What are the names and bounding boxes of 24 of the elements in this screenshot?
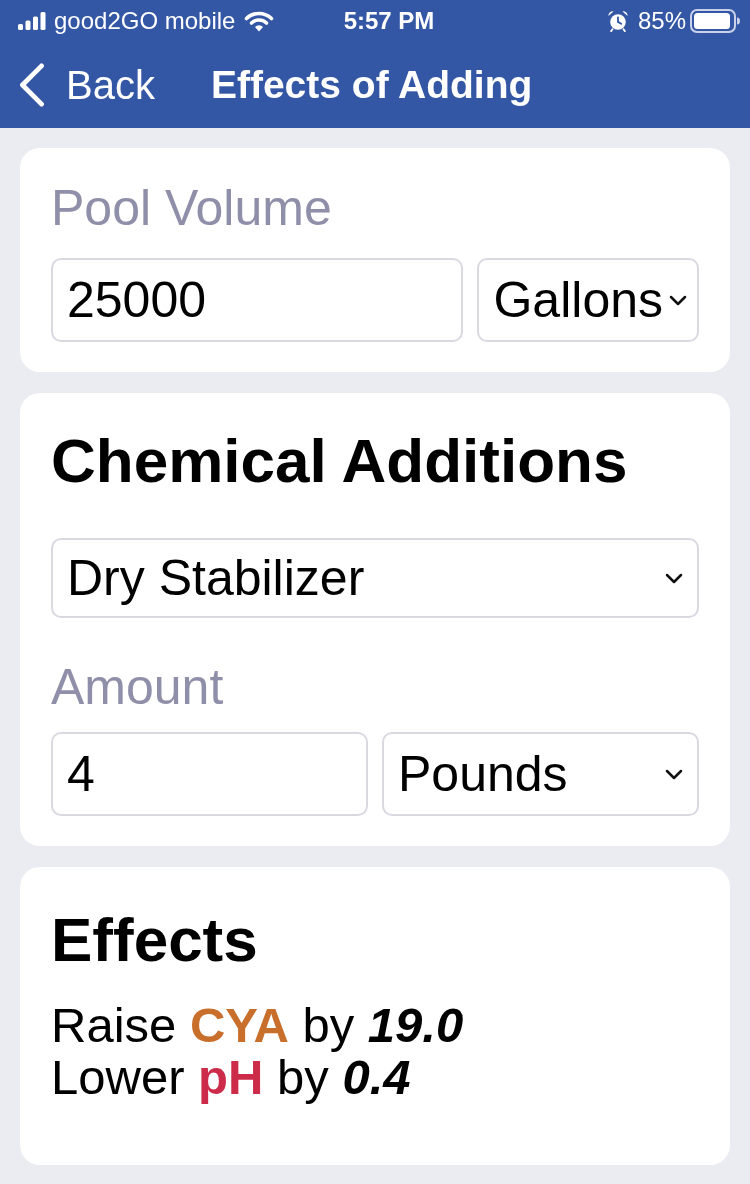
effect-line: Raise CYA by 19.0: [51, 999, 464, 1051]
chevron-left-icon: [18, 63, 46, 107]
volume-unit-select[interactable]: Gallons: [477, 258, 699, 342]
back-button[interactable]: Back: [18, 61, 155, 109]
alarm-clock-icon: [606, 10, 629, 32]
amount-input[interactable]: 4: [51, 732, 368, 816]
effects-heading: Effects: [51, 904, 258, 976]
pool-volume-input[interactable]: 25000: [51, 258, 464, 342]
wifi-icon: [244, 10, 275, 32]
status-time: 5:57 PM: [342, 6, 435, 36]
pool-volume-label: Pool Volume: [51, 179, 332, 238]
chemical-select[interactable]: Dry Stabilizer: [51, 538, 699, 618]
chevron-down-icon: [665, 768, 683, 780]
chemical-additions-heading: Chemical Additions: [51, 425, 628, 497]
signal-bars-icon: [18, 12, 46, 30]
battery-percent: 85%: [637, 6, 686, 36]
amount-label: Amount: [51, 658, 224, 717]
battery-icon: [690, 9, 740, 33]
chevron-down-icon: [665, 572, 683, 584]
carrier-name: good2GO mobile: [54, 6, 236, 36]
amount-unit-select[interactable]: Pounds: [382, 732, 699, 816]
screen-title: Effects of Adding: [210, 62, 533, 108]
chevron-down-icon: [669, 294, 687, 306]
effect-line: Lower pH by 0.4: [51, 1051, 411, 1103]
